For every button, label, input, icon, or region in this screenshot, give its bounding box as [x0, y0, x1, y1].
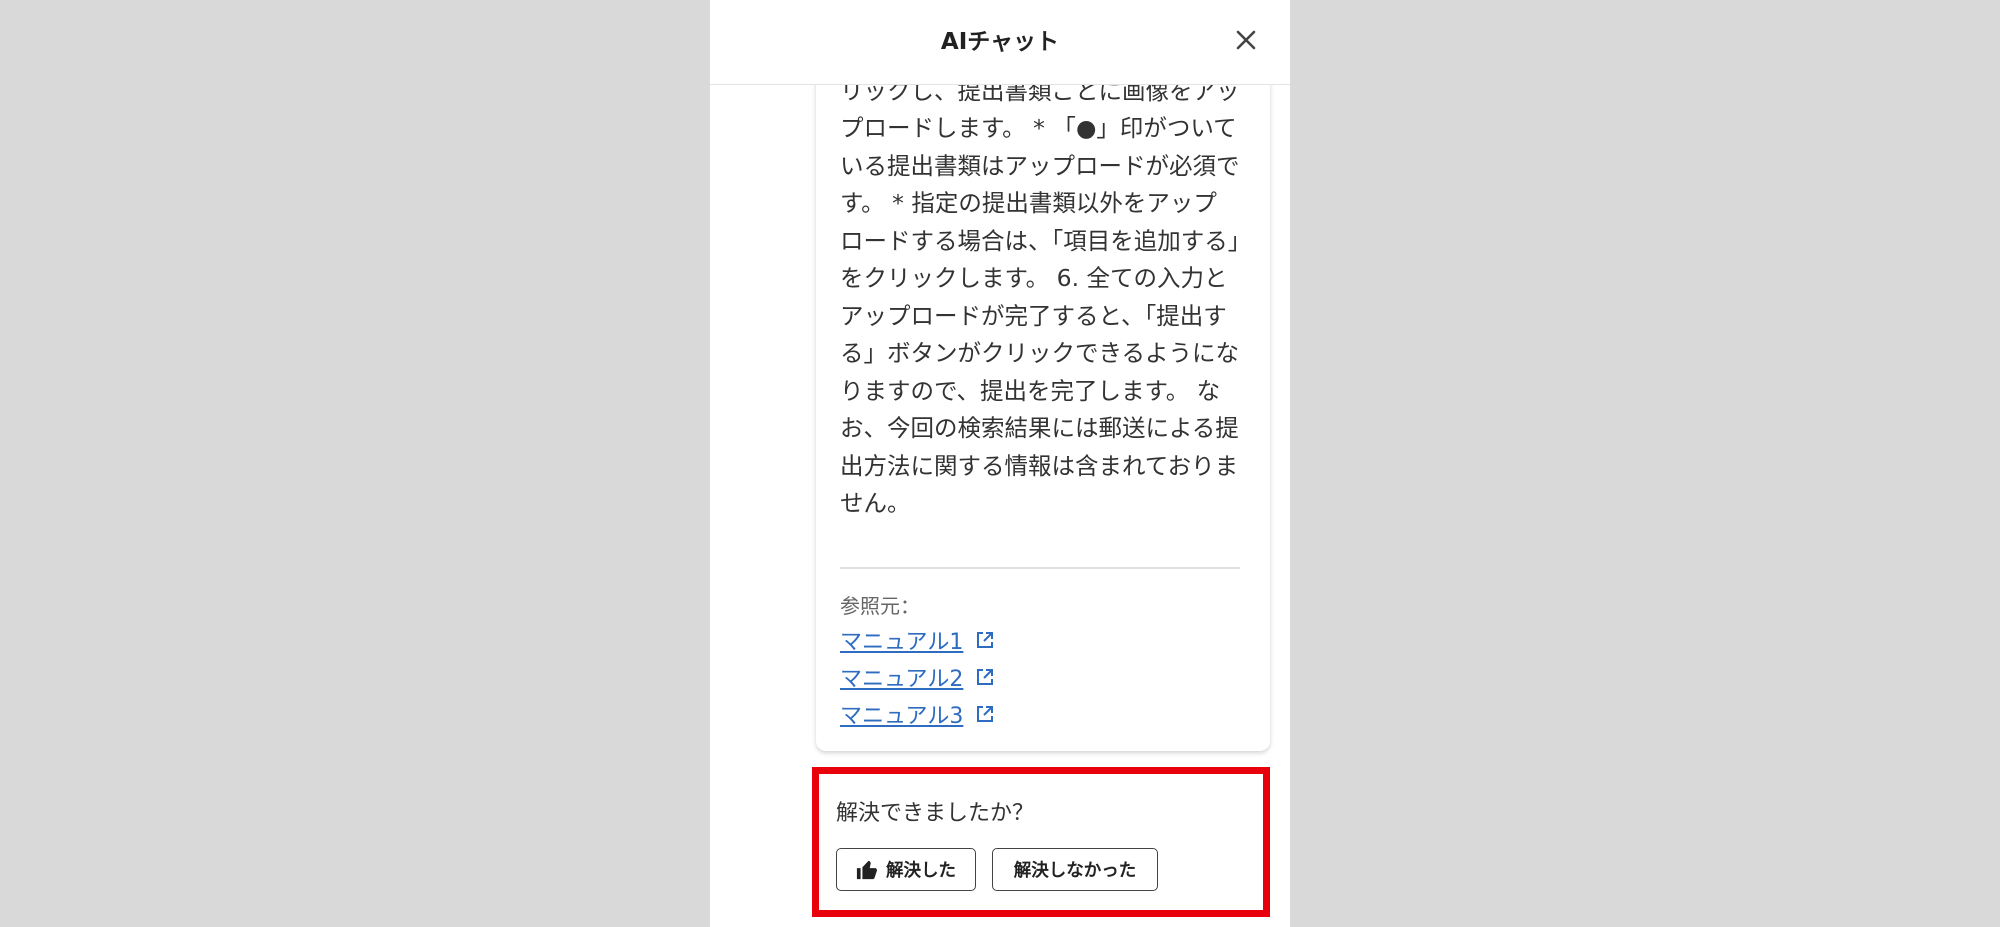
divider	[840, 567, 1240, 569]
references-list: マニュアル1 マニュアル2 マニュアル3	[840, 621, 1220, 732]
reference-link-label: マニュアル3	[840, 703, 964, 729]
close-icon	[1236, 30, 1256, 50]
reference-link-1[interactable]: マニュアル1	[840, 621, 1220, 658]
chat-header: AIチャット	[710, 0, 1290, 85]
reference-link-label: マニュアル1	[840, 629, 964, 655]
external-link-icon	[975, 630, 995, 650]
chat-title: AIチャット	[940, 29, 1060, 55]
external-link-icon	[975, 667, 995, 687]
references-label: 参照元：	[840, 594, 920, 618]
close-button[interactable]	[1230, 24, 1262, 56]
answer-text: す。 「提出書類アップロード」をクリックし、提出書類ごとに画像をアップロードしま…	[840, 85, 1240, 517]
ai-answer-card: す。 「提出書類アップロード」をクリックし、提出書類ごとに画像をアップロードしま…	[816, 85, 1270, 751]
reference-link-3[interactable]: マニュアル3	[840, 695, 1220, 732]
external-link-icon	[975, 704, 995, 724]
reference-link-label: マニュアル2	[840, 666, 964, 692]
reference-link-2[interactable]: マニュアル2	[840, 658, 1220, 695]
highlight-frame	[812, 767, 1270, 917]
